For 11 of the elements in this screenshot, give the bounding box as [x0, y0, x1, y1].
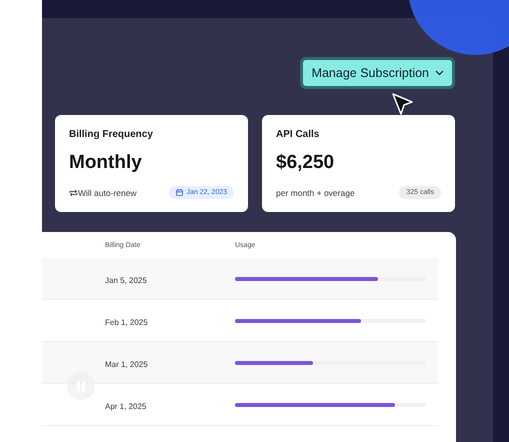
card-note: per month + overage: [276, 188, 355, 198]
billing-date: Mar 1, 2025: [105, 360, 148, 368]
card-title: Billing Frequency: [69, 129, 154, 140]
card-title: API Calls: [276, 129, 320, 140]
card-value: $6,250: [276, 152, 336, 174]
card-value: Monthly: [69, 152, 143, 174]
billing-date: Feb 1, 2025: [105, 318, 148, 326]
billing-date: Jan 5, 2025: [105, 276, 147, 284]
manage-subscription-button[interactable]: Manage Subscription: [300, 57, 455, 89]
billing-date: Apr 1, 2025: [105, 402, 146, 410]
card-note: Will auto-renew: [78, 188, 137, 198]
